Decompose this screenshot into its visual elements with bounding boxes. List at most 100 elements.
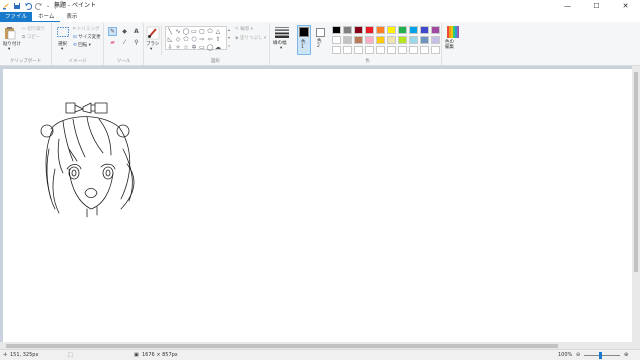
right-arrow-shape-icon[interactable]: ⇨ (198, 35, 206, 43)
palette-swatch[interactable] (332, 36, 341, 44)
color2-button[interactable]: 色 2 (315, 25, 327, 55)
palette-swatch[interactable] (376, 46, 385, 54)
zoom-in-button[interactable]: ⊕ (624, 352, 628, 358)
palette-swatch[interactable] (343, 36, 352, 44)
color-picker-icon[interactable]: ⁄ (120, 38, 129, 47)
palette-swatch[interactable] (409, 26, 418, 34)
palette-swatch[interactable] (431, 26, 440, 34)
customize-toolbar-icon[interactable]: ⌄ (46, 3, 50, 9)
fill-bucket-icon[interactable]: ◆ (120, 27, 129, 36)
close-button[interactable]: ✕ (611, 0, 640, 12)
outline-label: 輪郭 (240, 27, 250, 32)
palette-swatch[interactable] (420, 46, 429, 54)
palette-swatch[interactable] (332, 46, 341, 54)
callout-shape-icon[interactable]: ▭ (198, 43, 206, 51)
palette-swatch[interactable] (431, 46, 440, 54)
shapes-scroll[interactable]: ▴ ▾ ▿ (228, 26, 230, 50)
horizontal-scrollbar[interactable] (0, 342, 640, 349)
crop-button[interactable]: ⌗ トリミング (73, 27, 99, 33)
color1-swatch (299, 27, 309, 37)
pencil-icon[interactable]: ✎ (108, 27, 117, 36)
palette-swatch[interactable] (332, 26, 341, 34)
palette-swatch[interactable] (387, 26, 396, 34)
palette-swatch[interactable] (365, 36, 374, 44)
palette-swatch[interactable] (365, 26, 374, 34)
fill-label: 塗りつぶし (239, 36, 263, 41)
five-point-star-shape-icon[interactable]: ☆ (182, 43, 190, 51)
tab-file[interactable]: ファイル (0, 12, 33, 22)
text-icon[interactable]: A (132, 27, 141, 36)
outline-button[interactable]: ✎ 輪郭 ▾ (235, 27, 253, 33)
palette-swatch[interactable] (343, 26, 352, 34)
select-button[interactable]: 選択 ▾ (56, 26, 70, 52)
rectangle-shape-icon[interactable]: ▭ (190, 27, 198, 35)
horizontal-scroll-thumb[interactable] (6, 343, 558, 348)
magnifier-icon[interactable]: ⚲ (132, 38, 141, 47)
pentagon-shape-icon[interactable]: ⬠ (182, 35, 190, 43)
left-arrow-shape-icon[interactable]: ⇦ (206, 35, 214, 43)
line-shape-icon[interactable]: ╲ (166, 27, 174, 35)
zoom-slider[interactable] (584, 352, 620, 359)
tab-view[interactable]: 表示 (60, 12, 83, 22)
resize-button[interactable]: ⊡ サイズ変更 (73, 35, 101, 41)
vertical-scrollbar[interactable] (632, 66, 640, 342)
brushes-button[interactable]: ブラシ ▾ (144, 25, 162, 55)
triangle-shape-icon[interactable]: △ (214, 27, 222, 35)
cloud-callout-shape-icon[interactable]: ☁ (214, 43, 222, 51)
six-point-star-shape-icon[interactable]: ✡ (190, 43, 198, 51)
palette-swatch[interactable] (420, 26, 429, 34)
title-bar: ⌄ | 無題 - ペイント — ☐ ✕ (0, 0, 640, 12)
palette-swatch[interactable] (431, 36, 440, 44)
copy-button[interactable]: ⧉ コピー (22, 35, 40, 41)
palette-swatch[interactable] (398, 36, 407, 44)
palette-swatch[interactable] (365, 46, 374, 54)
undo-icon[interactable] (24, 2, 32, 10)
eraser-icon[interactable]: ▰ (108, 38, 117, 47)
drawing-canvas[interactable] (3, 69, 632, 342)
polygon-shape-icon[interactable]: ⬠ (206, 27, 214, 35)
up-arrow-shape-icon[interactable]: ⇧ (214, 35, 222, 43)
palette-swatch[interactable] (343, 46, 352, 54)
four-point-star-shape-icon[interactable]: ✧ (174, 43, 182, 51)
palette-swatch[interactable] (409, 46, 418, 54)
maximize-button[interactable]: ☐ (582, 0, 611, 12)
fill-button[interactable]: ◆ 塗りつぶし ▾ (235, 36, 266, 42)
palette-swatch[interactable] (398, 26, 407, 34)
tools-grid: ✎ ◆ A ▰ ⁄ ⚲ (108, 27, 142, 47)
zoom-out-button[interactable]: ⊖ (576, 352, 580, 358)
curve-shape-icon[interactable]: ∿ (174, 27, 182, 35)
palette-swatch[interactable] (354, 26, 363, 34)
down-arrow-shape-icon[interactable]: ⇩ (166, 43, 174, 51)
tab-home[interactable]: ホーム (32, 12, 61, 22)
rotate-dropdown-icon: ▾ (88, 43, 91, 48)
zoom-slider-thumb[interactable] (599, 352, 602, 359)
palette-swatch[interactable] (398, 46, 407, 54)
edit-colors-button[interactable]: 色の 編集 (444, 25, 462, 55)
window-controls: — ☐ ✕ (553, 0, 640, 12)
oval-shape-icon[interactable]: ◯ (182, 27, 190, 35)
rotate-button[interactable]: ⟲ 回転 ▾ (73, 43, 91, 49)
diamond-shape-icon[interactable]: ◇ (174, 35, 182, 43)
rounded-rectangle-shape-icon[interactable]: ▢ (198, 27, 206, 35)
size-button[interactable]: 線の幅 ▾ (272, 25, 292, 55)
minimize-button[interactable]: — (553, 0, 582, 12)
color1-button[interactable]: 色 1 (297, 25, 311, 55)
edit-colors-label: 色の 編集 (445, 40, 454, 50)
cut-button[interactable]: ✂ 切り取り (22, 27, 45, 33)
palette-swatch[interactable] (387, 46, 396, 54)
palette-swatch[interactable] (354, 36, 363, 44)
hexagon-shape-icon[interactable]: ⬡ (190, 35, 198, 43)
vertical-scroll-thumb[interactable] (634, 72, 638, 272)
palette-swatch[interactable] (376, 36, 385, 44)
oval-callout-shape-icon[interactable]: ◯ (206, 43, 214, 51)
right-triangle-shape-icon[interactable]: ◺ (166, 35, 174, 43)
palette-swatch[interactable] (409, 36, 418, 44)
cursor-icon: ✛ (3, 352, 8, 358)
palette-swatch[interactable] (354, 46, 363, 54)
redo-icon[interactable] (35, 2, 43, 10)
paste-button[interactable]: 貼り付け ▾ (3, 25, 21, 52)
palette-swatch[interactable] (376, 26, 385, 34)
palette-swatch[interactable] (420, 36, 429, 44)
save-icon[interactable] (13, 2, 21, 10)
palette-swatch[interactable] (387, 36, 396, 44)
